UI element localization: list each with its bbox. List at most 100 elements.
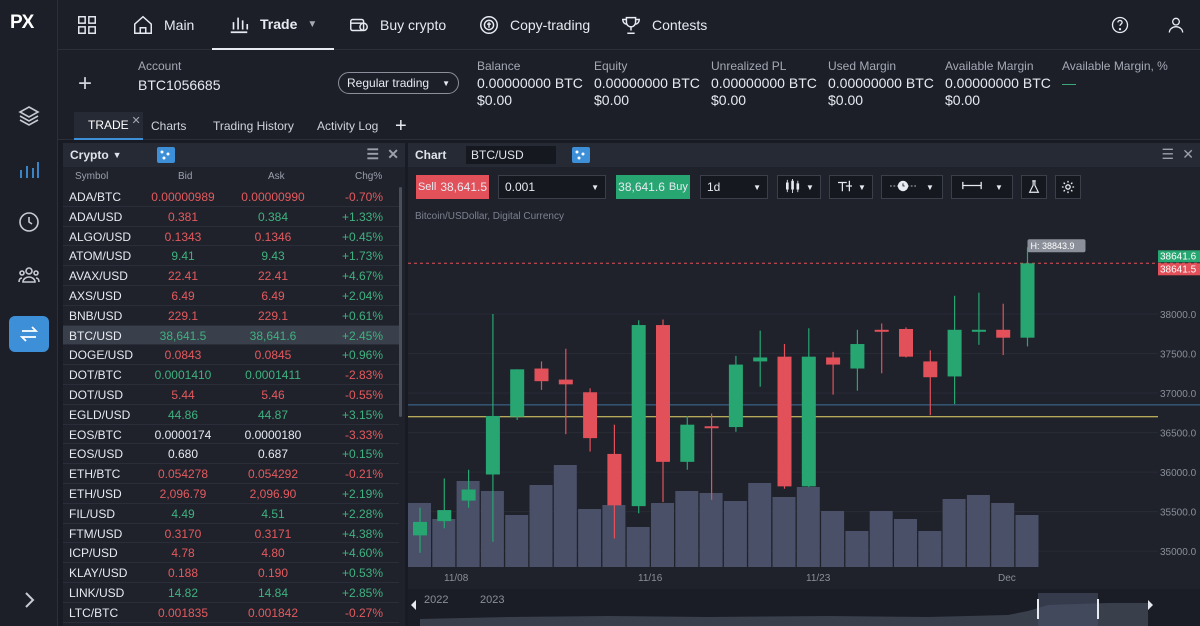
- sell-button[interactable]: Sell 38,641.5: [416, 175, 489, 199]
- watchlist-row[interactable]: BTC/USD 38,641.5 38,641.6 +2.45%: [63, 325, 399, 346]
- row-ask: 0.687: [257, 447, 289, 462]
- chart-bars-icon[interactable]: [9, 150, 49, 190]
- watchlist-row[interactable]: AXS/USD 6.49 6.49 +2.04%: [63, 286, 399, 306]
- chevron-down-icon[interactable]: ▼: [113, 150, 122, 160]
- row-symbol: ETH/USD: [69, 487, 122, 501]
- tab-activity-log[interactable]: Activity Log: [317, 112, 378, 140]
- watchlist-row[interactable]: ETH/USD 2,096.79 2,096.90 +2.19%: [63, 484, 399, 504]
- stat-btc-value: 0.00000000 BTC: [711, 75, 817, 91]
- expand-chevron-icon[interactable]: [9, 580, 49, 620]
- row-bid: 0.0001410: [154, 368, 212, 383]
- candle-body: [947, 329, 962, 377]
- watchlist-scrollbar[interactable]: [399, 187, 402, 417]
- watchlist-row[interactable]: KLAY/USD 0.188 0.190 +0.53%: [63, 563, 399, 583]
- watchlist-row[interactable]: BNB/USD 229.1 229.1 +0.61%: [63, 306, 399, 326]
- timeframe-dropdown[interactable]: 1d ▼: [700, 175, 768, 199]
- watchlist-row[interactable]: ICP/USD 4.78 4.80 +4.60%: [63, 543, 399, 564]
- help-icon[interactable]: [1110, 15, 1130, 40]
- nav-main[interactable]: Main: [132, 0, 194, 50]
- chart-panel: Chart BTC/USD ☰ ✕ Sell 38,641.5 0.001 ▼ …: [408, 143, 1200, 626]
- row-change: -0.70%: [344, 190, 383, 204]
- nav-trade[interactable]: Trade ▼: [212, 0, 334, 50]
- row-change: +2.28%: [341, 506, 383, 521]
- watchlist-row[interactable]: DOT/USD 5.44 5.46 -0.55%: [63, 385, 399, 405]
- layers-icon[interactable]: [9, 96, 49, 136]
- indicators-dropdown[interactable]: ▼: [829, 175, 873, 199]
- watchlist-row[interactable]: EGLD/USD 44.86 44.87 +3.15%: [63, 405, 399, 425]
- stat-label: Equity: [594, 59, 628, 73]
- apps-grid-icon[interactable]: [76, 14, 98, 36]
- nav-label: Contests: [652, 17, 708, 33]
- sell-label: Sell: [417, 181, 437, 193]
- caret-down-icon: ▼: [591, 182, 599, 192]
- watchlist-title[interactable]: Crypto: [70, 148, 109, 162]
- dots-grid-icon[interactable]: [156, 147, 175, 163]
- watchlist-row[interactable]: EOS/USD 0.680 0.687 +0.15%: [63, 444, 399, 465]
- flask-icon[interactable]: [1021, 175, 1047, 199]
- column-ask[interactable]: Ask: [268, 171, 285, 182]
- row-bid: 38,641.5: [159, 328, 207, 343]
- close-icon[interactable]: ✕: [387, 146, 399, 163]
- watchlist-row[interactable]: ADA/BTC 0.00000989 0.00000990 -0.70%: [63, 187, 399, 207]
- watchlist-row[interactable]: ADA/USD 0.381 0.384 +1.33%: [63, 207, 399, 227]
- user-icon[interactable]: [1166, 15, 1186, 40]
- menu-icon[interactable]: ☰: [366, 146, 379, 163]
- transfer-icon[interactable]: [9, 316, 49, 352]
- top-navigation: Main Trade ▼ Buy crypto Copy-trading Con…: [58, 0, 1200, 50]
- volume-bar: [578, 509, 602, 567]
- y-tick-label: 35500.0: [1160, 508, 1197, 519]
- watchlist-row[interactable]: LTC/BTC 0.001835 0.001842 -0.27%: [63, 603, 399, 623]
- nav-copy-trading[interactable]: Copy-trading: [478, 0, 590, 50]
- trading-mode-dropdown[interactable]: Regular trading ▼: [338, 72, 459, 94]
- chart-type-dropdown[interactable]: ▼: [777, 175, 821, 199]
- row-change: +4.38%: [341, 526, 383, 541]
- watchlist-row[interactable]: DOT/BTC 0.0001410 0.0001411 -2.83%: [63, 365, 399, 385]
- watchlist-row[interactable]: ALGO/USD 0.1343 0.1346 +0.45%: [63, 227, 399, 247]
- row-change: +3.15%: [341, 407, 383, 422]
- drawing-tools-dropdown[interactable]: ▼: [881, 175, 943, 199]
- price-chart[interactable]: Bitcoin/USDollar, Digital Currency 38000…: [408, 207, 1200, 626]
- volume-bar: [942, 499, 966, 567]
- row-ask: 0.054292: [247, 467, 299, 482]
- watchlist-row[interactable]: FIL/USD 4.49 4.51 +2.28%: [63, 504, 399, 524]
- tab-charts[interactable]: Charts: [151, 112, 186, 140]
- symbol-input[interactable]: BTC/USD: [466, 146, 556, 164]
- row-symbol: BTC/USD: [69, 328, 122, 343]
- close-icon[interactable]: ✕: [131, 114, 140, 127]
- clock-icon[interactable]: [9, 202, 49, 242]
- row-bid: 0.001835: [157, 605, 209, 620]
- buy-button[interactable]: 38,641.6 Buy: [616, 175, 690, 199]
- trophy-icon: [622, 16, 640, 34]
- brand-logo[interactable]: PX: [10, 12, 34, 34]
- watchlist-row[interactable]: ATOM/USD 9.41 9.43 +1.73%: [63, 246, 399, 267]
- settings-gear-icon[interactable]: [1055, 175, 1081, 199]
- column-bid[interactable]: Bid: [178, 171, 192, 182]
- dots-grid-icon[interactable]: [572, 147, 590, 163]
- range-arrow-icon: [961, 180, 983, 194]
- watchlist-row[interactable]: DOGE/USD 0.0843 0.0845 +0.96%: [63, 345, 399, 366]
- volume-bar: [821, 511, 845, 567]
- column-chg[interactable]: Chg%: [355, 171, 382, 182]
- candle-body: [1020, 263, 1035, 338]
- close-icon[interactable]: ✕: [1182, 146, 1194, 163]
- row-ask: 14.84: [257, 586, 289, 600]
- column-symbol[interactable]: Symbol: [75, 171, 108, 182]
- add-tab-icon[interactable]: +: [395, 112, 407, 140]
- watchlist-row[interactable]: EOS/BTC 0.0000174 0.0000180 -3.33%: [63, 425, 399, 445]
- tab-trading-history[interactable]: Trading History: [213, 112, 294, 140]
- watchlist-row[interactable]: FTM/USD 0.3170 0.3171 +4.38%: [63, 524, 399, 544]
- nav-buy-crypto[interactable]: Buy crypto: [348, 0, 446, 50]
- tab-trade[interactable]: TRADE ✕: [74, 112, 143, 140]
- watchlist-row[interactable]: LINK/USD 14.82 14.84 +2.85%: [63, 583, 399, 603]
- measure-tool-dropdown[interactable]: ▼: [951, 175, 1013, 199]
- watchlist-row[interactable]: ETH/BTC 0.054278 0.054292 -0.21%: [63, 464, 399, 484]
- users-icon[interactable]: [9, 255, 49, 295]
- menu-icon[interactable]: ☰: [1161, 146, 1174, 163]
- add-account-icon[interactable]: +: [78, 70, 92, 98]
- row-change: +2.19%: [341, 487, 383, 501]
- nav-contests[interactable]: Contests: [620, 0, 707, 50]
- quantity-input[interactable]: 0.001 ▼: [498, 175, 606, 199]
- watchlist-row[interactable]: AVAX/USD 22.41 22.41 +4.67%: [63, 266, 399, 286]
- row-symbol: EOS/USD: [69, 447, 124, 462]
- y-tick-label: 38000.0: [1160, 310, 1197, 321]
